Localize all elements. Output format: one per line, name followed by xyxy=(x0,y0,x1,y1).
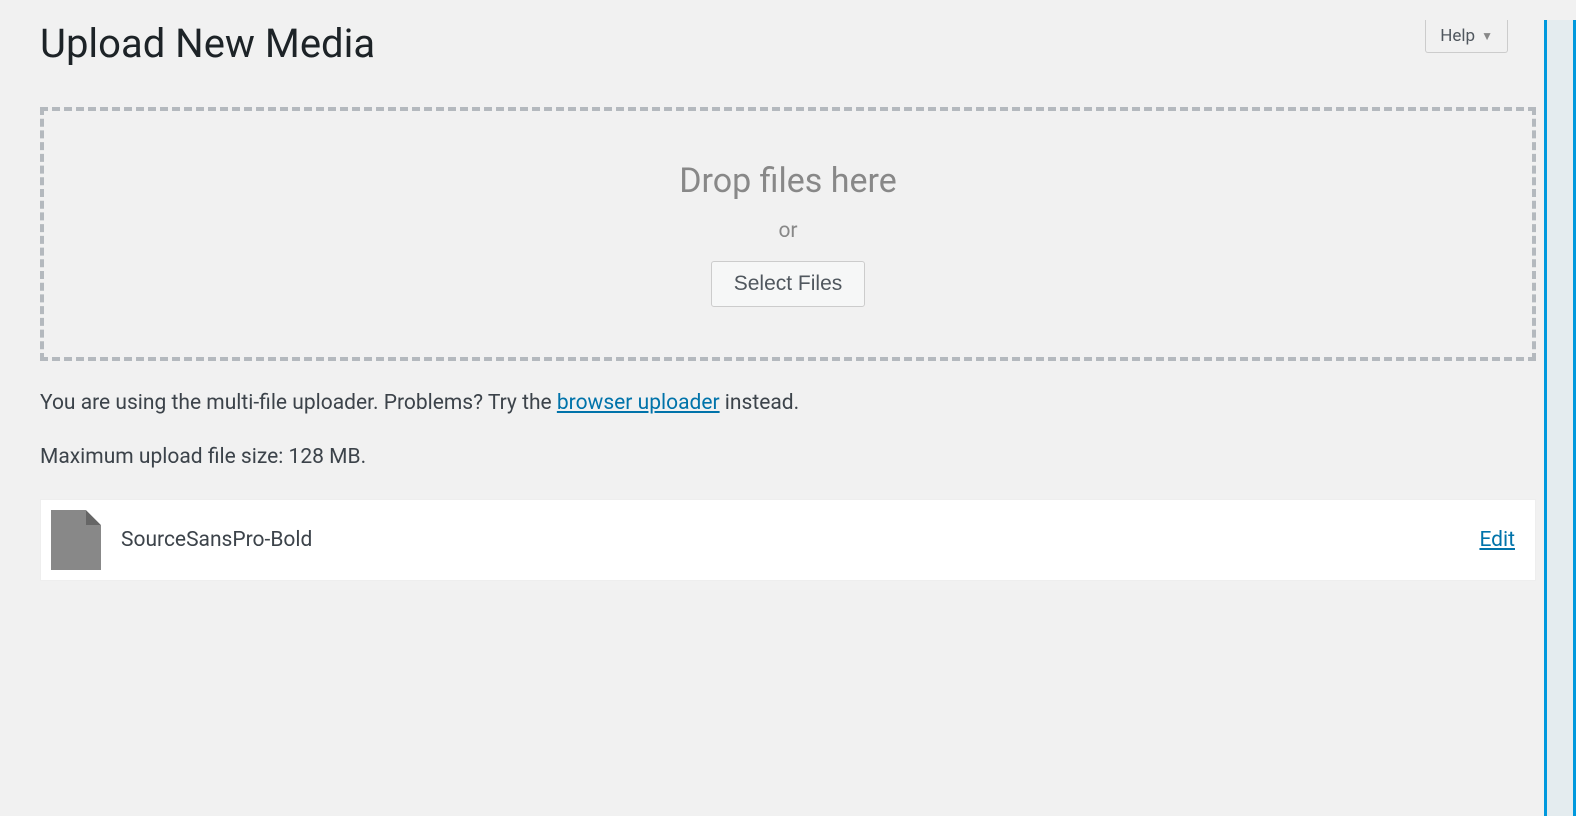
browser-uploader-link[interactable]: browser uploader xyxy=(557,391,720,415)
select-files-button[interactable]: Select Files xyxy=(711,261,866,307)
max-upload-size-text: Maximum upload file size: 128 MB. xyxy=(40,445,1536,469)
help-tab[interactable]: Help ▼ xyxy=(1425,20,1508,53)
chevron-down-icon: ▼ xyxy=(1481,29,1493,43)
file-icon xyxy=(51,510,101,570)
upload-dropzone[interactable]: Drop files here or Select Files xyxy=(40,107,1536,361)
file-name: SourceSansPro-Bold xyxy=(121,528,1479,552)
file-edit-link[interactable]: Edit xyxy=(1479,528,1515,552)
dropzone-or-text: or xyxy=(64,219,1512,243)
uploaded-file-row: SourceSansPro-Bold Edit xyxy=(40,499,1536,581)
uploader-info-text: You are using the multi-file uploader. P… xyxy=(40,391,1536,415)
page-title: Upload New Media xyxy=(40,20,1536,67)
help-tab-label: Help xyxy=(1440,26,1475,46)
dropzone-drop-text: Drop files here xyxy=(64,161,1512,201)
